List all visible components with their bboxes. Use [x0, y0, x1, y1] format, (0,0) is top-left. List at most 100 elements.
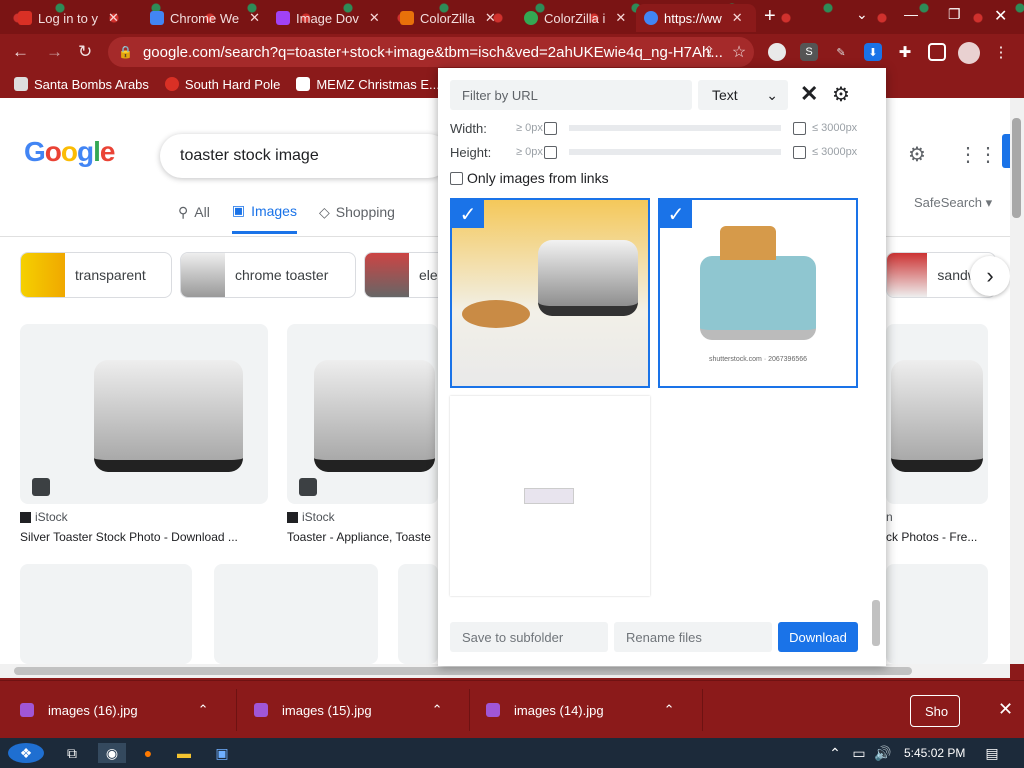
- chevron-right-icon[interactable]: ›: [970, 256, 1010, 296]
- only-links-checkbox[interactable]: [450, 171, 463, 185]
- notifications-icon[interactable]: ▤: [982, 743, 1002, 763]
- forward-arrow-icon[interactable]: →: [46, 42, 63, 62]
- height-max-checkbox[interactable]: [793, 145, 806, 159]
- tab-search-icon[interactable]: ⌄: [856, 6, 868, 23]
- bookmark-item[interactable]: South Hard Pole: [164, 77, 280, 92]
- restore-button[interactable]: ❐: [948, 6, 961, 23]
- page-scroll-thumb[interactable]: [1012, 118, 1021, 218]
- file-explorer-icon[interactable]: ▬: [172, 743, 196, 763]
- download-item[interactable]: images (14).jpg ⌃: [486, 697, 675, 723]
- close-icon[interactable]: ✕: [108, 10, 119, 26]
- chip-chrome-toaster[interactable]: chrome toaster: [180, 252, 356, 298]
- download-item[interactable]: images (15).jpg ⌃: [254, 697, 443, 723]
- filter-url-input[interactable]: Filter by URL: [450, 80, 692, 110]
- width-slider[interactable]: [569, 121, 781, 135]
- profile-avatar[interactable]: [958, 42, 980, 64]
- settings-gear-icon[interactable]: ⚙: [908, 142, 926, 167]
- image-result[interactable]: [398, 564, 438, 664]
- image-thumbnail[interactable]: [450, 396, 650, 596]
- height-min-checkbox[interactable]: [544, 145, 557, 159]
- window-taskbar-icon[interactable]: ▣: [210, 743, 234, 763]
- image-result[interactable]: [886, 324, 988, 504]
- tab-all[interactable]: ⚲ All: [178, 202, 210, 234]
- tray-up-icon[interactable]: ⌃: [826, 743, 844, 763]
- search-input[interactable]: toaster stock image: [160, 134, 450, 178]
- menu-icon[interactable]: ⋮: [992, 43, 1010, 61]
- sidepanel-icon[interactable]: [928, 43, 946, 61]
- safesearch-menu[interactable]: SafeSearch ▾: [914, 195, 992, 211]
- tab-2[interactable]: Chrome We ✕: [142, 4, 264, 32]
- image-result[interactable]: [214, 564, 378, 664]
- show-all-button[interactable]: Sho: [910, 695, 960, 727]
- image-result[interactable]: [20, 564, 192, 664]
- download-extension-icon[interactable]: ⬇: [864, 43, 882, 61]
- close-icon[interactable]: ✕: [732, 10, 743, 26]
- image-result[interactable]: [20, 324, 268, 504]
- save-subfolder-input[interactable]: Save to subfolder: [450, 622, 608, 652]
- image-thumbnail-selected[interactable]: ✓: [450, 198, 650, 388]
- download-item[interactable]: images (16).jpg ⌃: [20, 697, 209, 723]
- chevron-up-icon[interactable]: ⌃: [198, 702, 209, 718]
- tab-images[interactable]: ▣ Images: [231, 202, 297, 234]
- close-icon[interactable]: ✕: [485, 10, 496, 26]
- apps-grid-icon[interactable]: ⋮⋮: [958, 142, 998, 167]
- result-caption[interactable]: ck Photos - Fre...: [886, 530, 988, 544]
- popup-scroll-thumb[interactable]: [872, 600, 880, 646]
- width-max-checkbox[interactable]: [793, 121, 806, 135]
- minimize-button[interactable]: —: [904, 6, 918, 22]
- tab-3[interactable]: Image Dov ✕: [268, 4, 390, 32]
- check-icon[interactable]: ✓: [452, 200, 484, 228]
- chevron-up-icon[interactable]: ⌃: [432, 702, 443, 718]
- check-icon[interactable]: ✓: [660, 200, 692, 228]
- result-source[interactable]: n: [886, 510, 893, 524]
- chrome-taskbar-icon[interactable]: ◉: [98, 743, 126, 763]
- bookmark-star-icon[interactable]: ☆: [730, 43, 748, 61]
- bookmark-item[interactable]: MEMZ Christmas E...: [296, 77, 440, 92]
- close-window-button[interactable]: ✕: [994, 6, 1007, 26]
- result-source[interactable]: iStock: [287, 510, 335, 524]
- close-icon[interactable]: ✕: [249, 10, 260, 26]
- bookmark-item[interactable]: Santa Bombs Arabs: [14, 77, 149, 92]
- eyedropper-icon[interactable]: ✎: [832, 43, 850, 61]
- image-thumbnail-selected[interactable]: shutterstock.com · 2067396566 ✓: [658, 198, 858, 388]
- google-logo[interactable]: Google: [24, 136, 115, 168]
- volume-icon[interactable]: 🔊: [874, 743, 892, 763]
- start-button[interactable]: ❖: [8, 743, 44, 763]
- result-caption[interactable]: Silver Toaster Stock Photo - Download ..…: [20, 530, 268, 544]
- image-result[interactable]: [287, 324, 438, 504]
- close-icon[interactable]: ✕: [800, 82, 818, 106]
- result-caption[interactable]: Toaster - Appliance, Toaste: [287, 530, 438, 544]
- download-button[interactable]: Download: [778, 622, 858, 652]
- close-icon[interactable]: ✕: [369, 10, 380, 26]
- firefox-taskbar-icon[interactable]: ●: [136, 743, 160, 763]
- tab-shopping[interactable]: ◇ Shopping: [319, 202, 395, 234]
- height-slider[interactable]: [569, 145, 781, 159]
- back-arrow-icon[interactable]: ←: [12, 42, 29, 62]
- tab-6-active[interactable]: https://ww ✕: [636, 4, 756, 32]
- only-links-option[interactable]: Only images from links: [450, 170, 609, 186]
- tab-4[interactable]: ColorZilla ✕: [392, 4, 514, 32]
- result-source[interactable]: iStock: [20, 510, 68, 524]
- chevron-up-icon[interactable]: ⌃: [664, 702, 675, 718]
- network-icon[interactable]: ▭: [850, 743, 868, 763]
- tab-5[interactable]: ColorZilla i ✕: [516, 4, 638, 32]
- reload-icon[interactable]: ↻: [78, 42, 92, 62]
- page-hscroll-thumb[interactable]: [14, 667, 912, 675]
- width-min-checkbox[interactable]: [544, 121, 557, 135]
- sign-in-button[interactable]: [1002, 134, 1010, 168]
- close-icon[interactable]: ✕: [998, 699, 1013, 720]
- image-result[interactable]: [886, 564, 988, 664]
- extension-icon[interactable]: [768, 43, 786, 61]
- filter-mode-select[interactable]: Text ⌄: [698, 80, 788, 110]
- rename-files-input[interactable]: Rename files: [614, 622, 772, 652]
- task-view-icon[interactable]: ⧉: [60, 743, 84, 763]
- settings-gear-icon[interactable]: ⚙: [832, 82, 850, 107]
- extension-s-icon[interactable]: S: [800, 43, 818, 61]
- new-tab-button[interactable]: +: [764, 6, 776, 26]
- address-bar[interactable]: 🔒 google.com/search?q=toaster+stock+imag…: [108, 37, 754, 67]
- chip-transparent[interactable]: transparent: [20, 252, 172, 298]
- close-icon[interactable]: ✕: [615, 10, 626, 26]
- tab-1[interactable]: Log in to y ✕: [10, 4, 134, 32]
- clock[interactable]: 5:45:02 PM: [904, 746, 965, 760]
- extensions-puzzle-icon[interactable]: ✚: [896, 43, 914, 61]
